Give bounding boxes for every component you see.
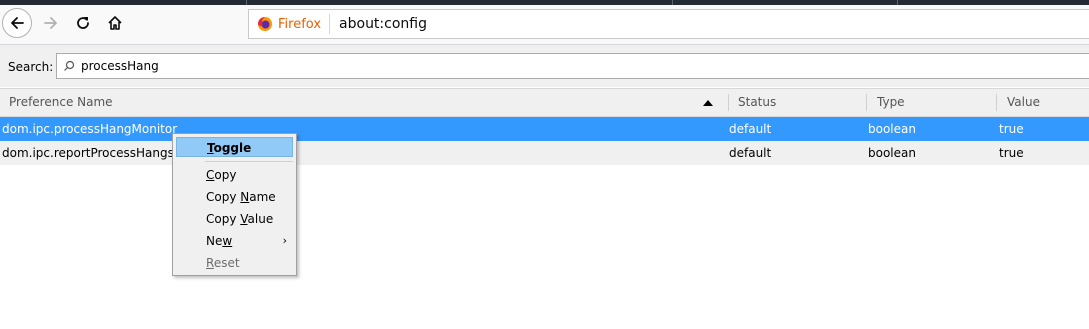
menu-item-new[interactable]: New › xyxy=(176,231,293,251)
identity-box[interactable]: Firefox xyxy=(249,14,331,34)
pref-type: boolean xyxy=(868,122,916,136)
submenu-chevron-icon: › xyxy=(282,234,287,247)
column-header-status[interactable]: Status xyxy=(738,89,776,116)
column-header-type[interactable]: Type xyxy=(877,89,905,116)
search-value[interactable]: processHang xyxy=(81,59,159,73)
home-icon xyxy=(108,16,122,30)
menu-item-copy[interactable]: Copy xyxy=(176,165,293,185)
pref-status: default xyxy=(729,146,772,160)
home-button[interactable] xyxy=(100,8,130,38)
search-row: Search: processHang xyxy=(0,45,1089,87)
search-input[interactable]: processHang xyxy=(56,53,1089,79)
forward-arrow-icon xyxy=(44,17,57,29)
navigation-toolbar: Firefox about:config xyxy=(0,0,1089,45)
menu-item-toggle[interactable]: Toggle xyxy=(176,137,293,157)
url-text[interactable]: about:config xyxy=(339,16,427,32)
table-row[interactable]: dom.ipc.processHangMonitor default boole… xyxy=(0,117,1089,141)
forward-button[interactable] xyxy=(36,8,66,38)
pref-name: dom.ipc.reportProcessHangs xyxy=(2,146,174,160)
sort-ascending-icon xyxy=(703,100,713,106)
url-bar[interactable]: Firefox about:config xyxy=(248,9,1089,39)
search-label: Search: xyxy=(8,60,54,74)
pref-type: boolean xyxy=(868,146,916,160)
back-button[interactable] xyxy=(2,8,32,38)
menu-separator xyxy=(205,161,293,162)
back-arrow-icon xyxy=(11,17,24,29)
menu-item-copy-value[interactable]: Copy Value xyxy=(176,209,293,229)
identity-label: Firefox xyxy=(278,16,322,32)
firefox-logo-icon xyxy=(258,17,272,31)
reload-button[interactable] xyxy=(68,8,98,38)
column-header-value[interactable]: Value xyxy=(1007,89,1040,116)
pref-name: dom.ipc.processHangMonitor xyxy=(2,122,178,136)
pref-status: default xyxy=(729,122,772,136)
menu-item-copy-name[interactable]: Copy Name xyxy=(176,187,293,207)
column-header-preference-name[interactable]: Preference Name xyxy=(9,89,113,116)
reload-icon xyxy=(77,17,89,29)
menu-item-reset: Reset xyxy=(206,256,240,270)
search-icon xyxy=(64,60,75,71)
table-header: Preference Name Status Type Value xyxy=(0,88,1089,117)
pref-value: true xyxy=(999,122,1024,136)
pref-value: true xyxy=(999,146,1024,160)
context-menu: Toggle Copy Copy Name Copy Value New › Re… xyxy=(172,133,297,276)
tab-strip xyxy=(0,0,1089,5)
table-row[interactable]: dom.ipc.reportProcessHangs default boole… xyxy=(0,141,1089,165)
